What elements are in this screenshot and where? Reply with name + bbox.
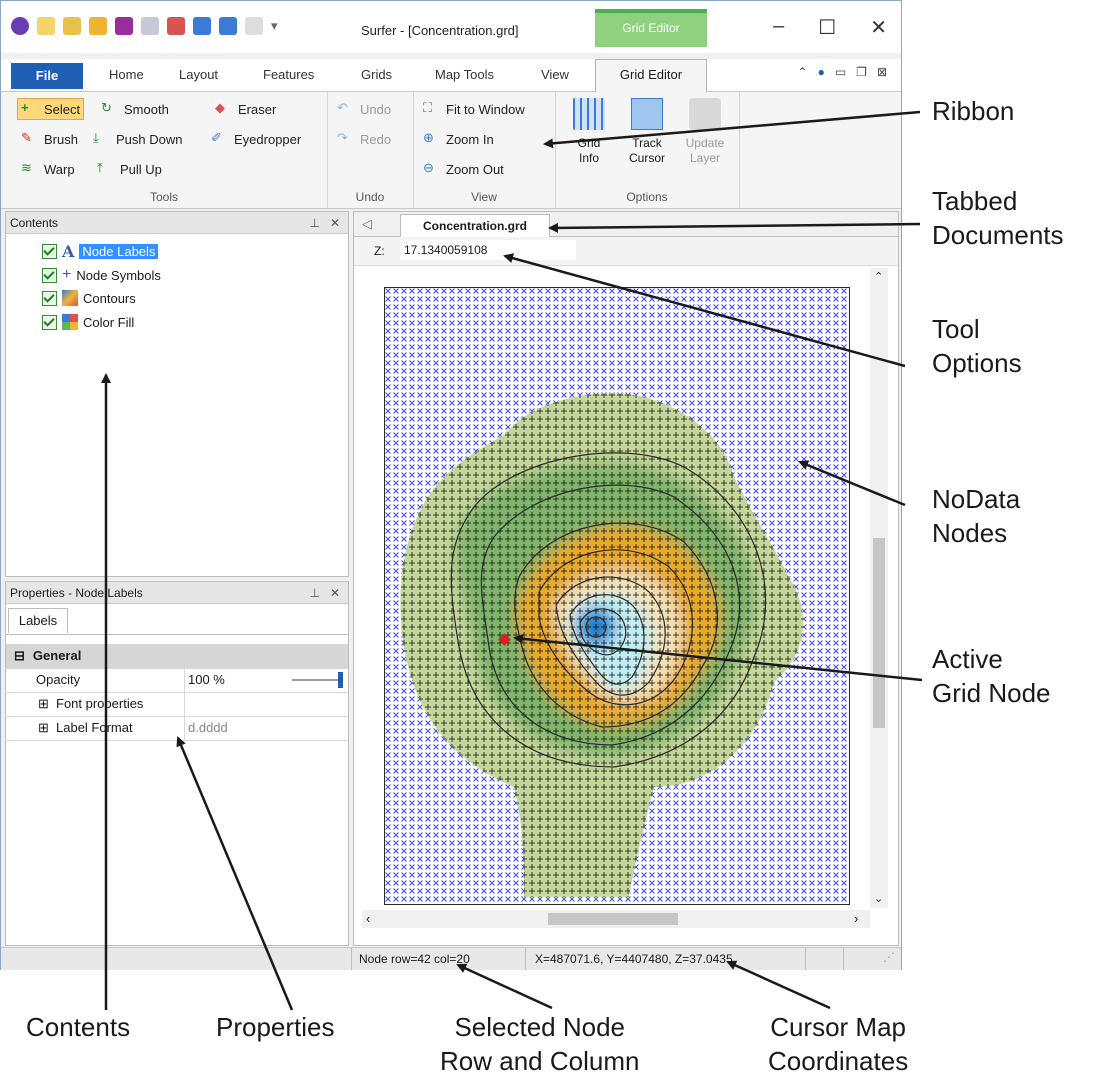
annotation-arrows xyxy=(101,110,923,1011)
